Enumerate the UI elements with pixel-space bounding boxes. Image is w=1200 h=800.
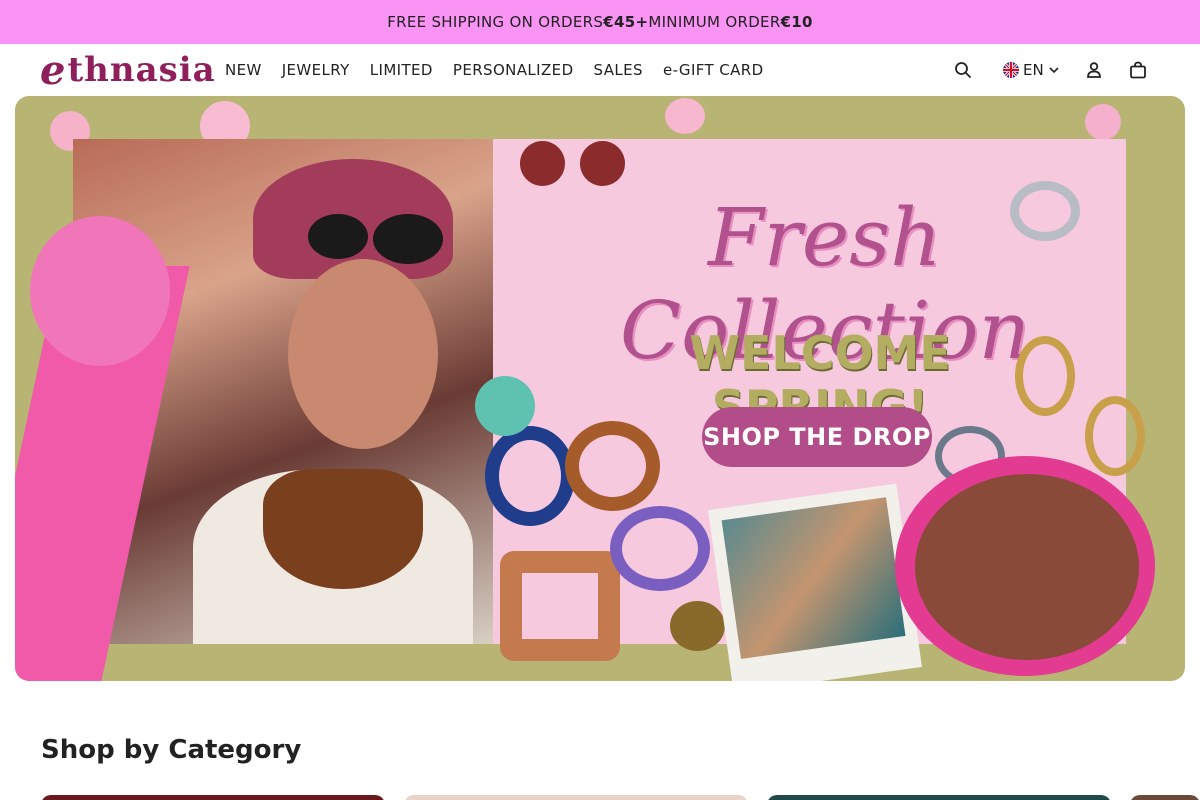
announcement-threshold: €45+: [603, 13, 649, 31]
nav-item-sales[interactable]: SALES: [594, 61, 643, 79]
brand-logo[interactable]: e thnasia: [40, 47, 216, 94]
language-label: EN: [1023, 61, 1044, 79]
nav-item-personalized[interactable]: PERSONALIZED: [453, 61, 574, 79]
polaroid-photo: [708, 483, 922, 681]
main-nav: NEW JEWELRY LIMITED PERSONALIZED SALES e…: [225, 44, 784, 96]
shopping-bag-icon: [1130, 61, 1146, 79]
hero-banner[interactable]: Fresh Collection WELCOME SPRING! SHOP TH…: [15, 96, 1185, 681]
shop-the-drop-button[interactable]: SHOP THE DROP: [702, 407, 932, 467]
earring-decoration: [520, 141, 565, 186]
site-header: e thnasia NEW JEWELRY LIMITED PERSONALIZE…: [0, 44, 1200, 96]
logo-text: thnasia: [67, 50, 216, 90]
hoop-earring-decoration: [1085, 396, 1145, 476]
nav-item-new[interactable]: NEW: [225, 61, 262, 79]
cart-button[interactable]: [1126, 58, 1150, 82]
square-bangle-decoration: [500, 551, 620, 661]
announcement-minimum: €10: [780, 13, 813, 31]
logo-initial: e: [40, 46, 67, 94]
sunglasses-left-shape: [308, 214, 368, 259]
crescent-decoration: [1010, 181, 1080, 241]
flower-frame-photo: [915, 474, 1139, 660]
language-selector[interactable]: EN: [1003, 58, 1060, 82]
category-card[interactable]: [404, 795, 748, 800]
stud-earring-decoration: [475, 376, 535, 436]
bangle-decoration: [565, 421, 660, 511]
search-icon: [955, 62, 971, 78]
announcement-bar: FREE SHIPPING ON ORDERS €45+ MINIMUM ORD…: [0, 0, 1200, 44]
bangle-decoration: [610, 506, 710, 591]
face-shape: [288, 259, 438, 449]
category-card[interactable]: [767, 795, 1111, 800]
nav-item-jewelry[interactable]: JEWELRY: [282, 61, 350, 79]
account-button[interactable]: [1082, 58, 1106, 82]
hoop-earring-decoration: [1015, 336, 1075, 416]
category-card[interactable]: [41, 795, 385, 800]
chevron-down-icon: [1049, 67, 1059, 74]
search-button[interactable]: [951, 58, 975, 82]
category-card[interactable]: [1130, 795, 1200, 800]
flower-decoration: [1085, 104, 1121, 140]
polaroid-image: [721, 497, 906, 659]
nav-item-limited[interactable]: LIMITED: [370, 61, 433, 79]
uk-flag-icon: [1003, 62, 1019, 78]
announcement-prefix: FREE SHIPPING ON ORDERS: [387, 13, 604, 31]
flower-decoration: [665, 98, 705, 134]
earring-decoration: [580, 141, 625, 186]
heart-decoration: [670, 601, 725, 651]
sunglasses-right-shape: [373, 214, 443, 264]
necklace-shape: [263, 469, 423, 589]
user-icon: [1087, 62, 1101, 78]
heart-frame: [30, 216, 170, 366]
nav-item-gift-card[interactable]: e-GIFT CARD: [663, 61, 764, 79]
shop-by-category-heading: Shop by Category: [41, 735, 302, 765]
bangle-decoration: [485, 426, 575, 526]
announcement-middle: MINIMUM ORDER: [648, 13, 781, 31]
